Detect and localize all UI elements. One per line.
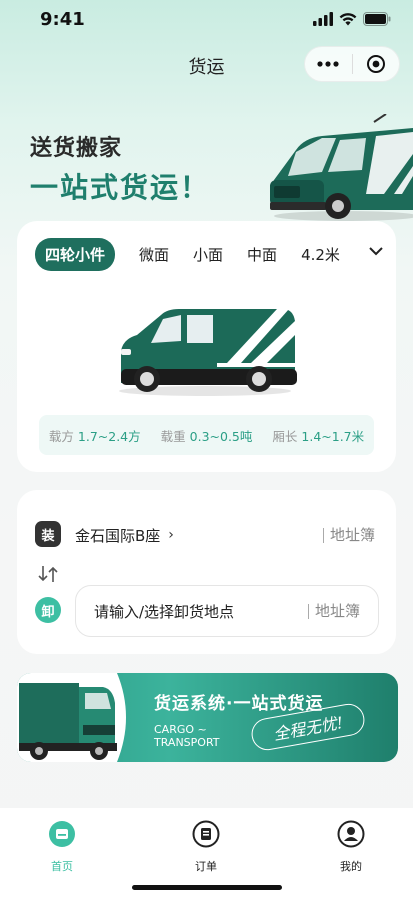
dropoff-address-input[interactable]: 请输入/选择卸货地点 地址簿 (75, 585, 379, 637)
pickup-address[interactable]: 金石国际B座 (75, 525, 160, 546)
chevron-right-icon: › (168, 527, 174, 543)
promo-banner[interactable]: 货运系统·一站式货运 CARGO ~ TRANSPORT 全程无忧! (17, 673, 398, 762)
tab-mine[interactable]: 我的 (321, 820, 381, 874)
tab-mine-label: 我的 (340, 860, 362, 873)
hero-title: 一站式货运！ (30, 171, 211, 204)
vehicle-card: 四轮小件 微面 小面 中面 4.2米 载方 1.7~2.4方 载重 0.3~0.5吨… (17, 221, 396, 472)
battery-icon (363, 12, 391, 26)
wifi-icon (339, 13, 357, 26)
banner-title: 货运系统·一站式货运 (154, 694, 324, 714)
tab-mini-van[interactable]: 微面 (139, 244, 169, 265)
dropoff-placeholder: 请输入/选择卸货地点 (94, 602, 235, 621)
van-illustration (119, 309, 297, 396)
pickup-address-book-link[interactable]: 地址簿 (322, 527, 375, 543)
nav-bar: 货运 (0, 40, 413, 92)
orders-icon (192, 820, 220, 848)
more-button[interactable] (305, 47, 352, 81)
tab-orders-label: 订单 (195, 860, 217, 873)
vehicle-specs: 载方 1.7~2.4方 载重 0.3~0.5吨 厢长 1.4~1.7米 (39, 415, 374, 455)
tab-small-van[interactable]: 小面 (193, 244, 223, 265)
tab-orders[interactable]: 订单 (176, 820, 236, 874)
home-indicator (132, 885, 282, 890)
spec-length: 厢长 1.4~1.7米 (272, 428, 365, 444)
target-close-icon (366, 55, 385, 73)
close-miniprogram-button[interactable] (353, 47, 400, 81)
swap-icon[interactable] (37, 563, 59, 585)
spec-weight: 载重 0.3~0.5吨 (160, 428, 253, 444)
profile-icon (337, 820, 365, 848)
vehicle-tabs: 四轮小件 微面 小面 中面 4.2米 (35, 237, 386, 271)
tab-home-label: 首页 (51, 860, 73, 873)
pickup-address-row[interactable]: 金石国际B座 › 地址簿 (75, 522, 375, 548)
tab-medium-van[interactable]: 中面 (247, 244, 277, 265)
status-icons (313, 12, 391, 26)
banner-english-text: CARGO ~ TRANSPORT (154, 723, 220, 749)
tab-4-2m-truck[interactable]: 4.2米 (301, 244, 340, 265)
tab-four-wheel-small[interactable]: 四轮小件 (35, 237, 116, 271)
load-badge: 装 (35, 521, 61, 547)
chevron-down-icon[interactable] (368, 246, 384, 256)
address-card: 装 卸 金石国际B座 › 地址簿 请输入/选择卸货地点 地址簿 (17, 490, 396, 654)
miniprogram-capsule (304, 46, 400, 82)
hero-subtitle: 送货搬家 (30, 136, 123, 161)
unload-badge: 卸 (35, 597, 61, 623)
status-bar: 9:41 (0, 0, 413, 40)
tab-home[interactable]: 首页 (32, 820, 92, 874)
home-icon (49, 821, 75, 847)
more-dots-icon (317, 61, 339, 67)
status-time: 9:41 (40, 9, 85, 30)
banner-truck-illustration (17, 673, 126, 762)
hero-van-illustration (270, 114, 413, 221)
dropoff-address-book-link[interactable]: 地址簿 (307, 603, 360, 619)
signal-icon (313, 12, 333, 26)
spec-volume: 载方 1.7~2.4方 (48, 428, 141, 444)
